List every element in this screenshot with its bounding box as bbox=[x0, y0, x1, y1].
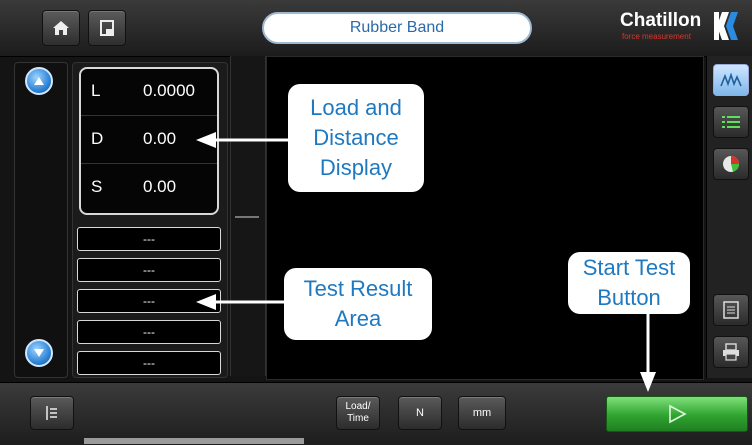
arrow-head bbox=[640, 372, 656, 392]
annotation-arrows bbox=[196, 132, 656, 392]
arrow-head bbox=[196, 294, 216, 310]
arrow-head bbox=[196, 132, 216, 148]
